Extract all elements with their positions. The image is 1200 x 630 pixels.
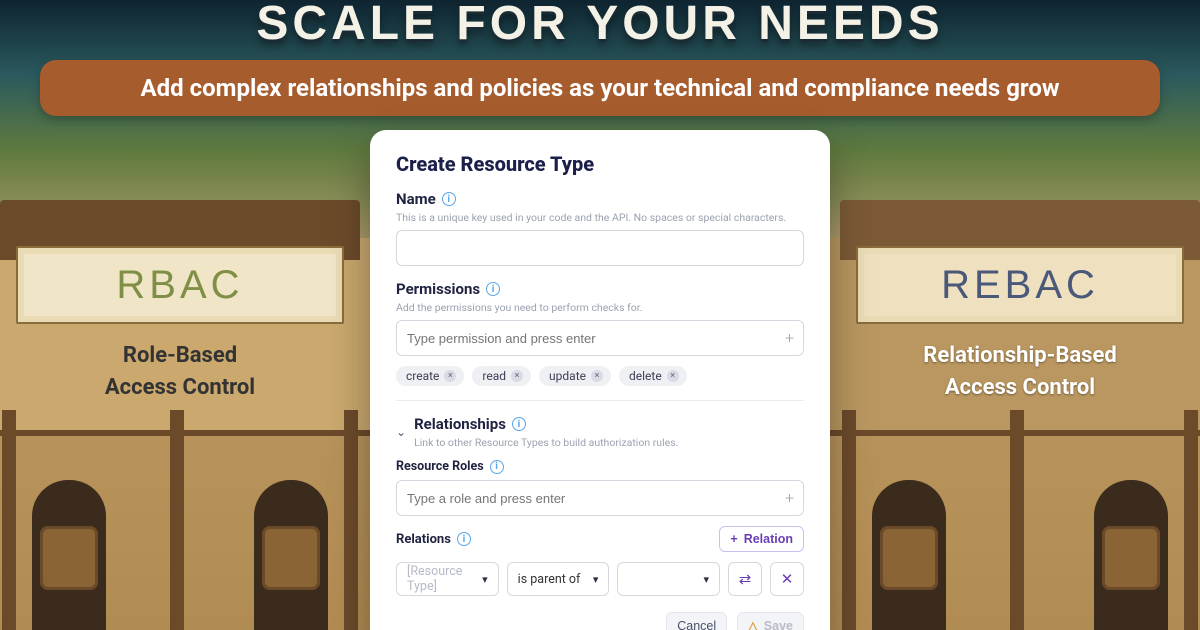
name-label: Name — [396, 190, 436, 208]
remove-chip-icon[interactable]: × — [591, 370, 603, 382]
page-subtitle: Add complex relationships and policies a… — [40, 60, 1160, 116]
info-icon[interactable]: i — [442, 192, 456, 206]
swap-button[interactable]: ⇄ — [728, 562, 762, 596]
create-resource-type-modal: Create Resource Type Name i This is a un… — [370, 130, 830, 630]
chevron-down-icon: ▾ — [703, 573, 709, 586]
saloon-door-icon — [1102, 526, 1160, 590]
saloon-door-icon — [880, 526, 938, 590]
permission-chip-label: update — [549, 369, 586, 383]
cancel-label: Cancel — [677, 619, 716, 630]
remove-relation-button[interactable]: ✕ — [770, 562, 804, 596]
permission-chip[interactable]: update × — [539, 366, 611, 386]
remove-chip-icon[interactable]: × — [667, 370, 679, 382]
rbac-caption-l1: Role-Based — [0, 340, 380, 372]
plus-icon[interactable]: + — [785, 329, 794, 348]
rebac-sign: REBAC — [856, 246, 1184, 324]
permission-chips: create × read × update × delete × — [396, 366, 804, 386]
rbac-caption: Role-Based Access Control — [0, 340, 380, 404]
swap-icon: ⇄ — [739, 570, 752, 588]
plus-icon: + — [730, 532, 737, 546]
permission-chip-label: create — [406, 369, 439, 383]
info-icon[interactable]: i — [490, 460, 504, 474]
divider — [396, 400, 804, 401]
rbac-building: RBAC Role-Based Access Control — [0, 190, 380, 630]
add-relation-button[interactable]: + Relation — [719, 526, 804, 552]
saloon-door-icon — [40, 526, 98, 590]
info-icon[interactable]: i — [486, 282, 500, 296]
resource-roles-label: Resource Roles — [396, 459, 484, 474]
relation-operator-select[interactable]: is parent of ▾ — [507, 562, 610, 596]
relation-row: [Resource Type] ▾ is parent of ▾ ▾ ⇄ ✕ — [396, 562, 804, 596]
modal-footer: Cancel △ Save — [396, 612, 804, 630]
permissions-label: Permissions — [396, 280, 480, 298]
info-icon[interactable]: i — [457, 532, 471, 546]
permission-chip[interactable]: create × — [396, 366, 464, 386]
warning-icon: △ — [748, 618, 758, 630]
relations-label: Relations — [396, 532, 451, 547]
chevron-down-icon: ▾ — [482, 573, 488, 586]
relation-operator-value: is parent of — [518, 572, 581, 587]
permissions-help: Add the permissions you need to perform … — [396, 301, 804, 314]
saloon-door-icon — [262, 526, 320, 590]
resource-roles-input[interactable] — [396, 480, 804, 516]
permission-chip-label: delete — [629, 369, 662, 383]
add-relation-label: Relation — [744, 532, 793, 546]
rbac-caption-l2: Access Control — [0, 372, 380, 404]
permission-chip[interactable]: read × — [472, 366, 531, 386]
rebac-building: REBAC Relationship-Based Access Control — [820, 190, 1200, 630]
modal-title: Create Resource Type — [396, 152, 804, 176]
name-help: This is a unique key used in your code a… — [396, 211, 804, 224]
permissions-section: Permissions i Add the permissions you ne… — [396, 280, 804, 386]
cancel-button[interactable]: Cancel — [666, 612, 727, 630]
plus-icon[interactable]: + — [785, 489, 794, 508]
permission-chip-label: read — [482, 369, 506, 383]
permission-chip[interactable]: delete × — [619, 366, 687, 386]
name-section: Name i This is a unique key used in your… — [396, 190, 804, 266]
name-input[interactable] — [396, 230, 804, 266]
close-icon: ✕ — [781, 570, 794, 588]
page-headline: SCALE FOR YOUR NEEDS — [0, 0, 1200, 51]
relationships-label: Relationships — [414, 415, 506, 433]
save-label: Save — [764, 619, 793, 630]
resource-type-select[interactable]: [Resource Type] ▾ — [396, 562, 499, 596]
rbac-sign: RBAC — [16, 246, 344, 324]
save-button[interactable]: △ Save — [737, 612, 804, 630]
relationships-help: Link to other Resource Types to build au… — [414, 436, 678, 449]
permissions-input[interactable] — [396, 320, 804, 356]
relationships-section: ⌄ Relationships i Link to other Resource… — [396, 415, 804, 596]
remove-chip-icon[interactable]: × — [444, 370, 456, 382]
rebac-caption-l2: Access Control — [820, 372, 1200, 404]
chevron-down-icon: ▾ — [593, 573, 599, 586]
rebac-caption-l1: Relationship-Based — [820, 340, 1200, 372]
chevron-down-icon[interactable]: ⌄ — [396, 425, 406, 439]
resource-type-placeholder: [Resource Type] — [407, 564, 482, 594]
relation-target-select[interactable]: ▾ — [617, 562, 720, 596]
remove-chip-icon[interactable]: × — [511, 370, 523, 382]
info-icon[interactable]: i — [512, 417, 526, 431]
rebac-caption: Relationship-Based Access Control — [820, 340, 1200, 404]
